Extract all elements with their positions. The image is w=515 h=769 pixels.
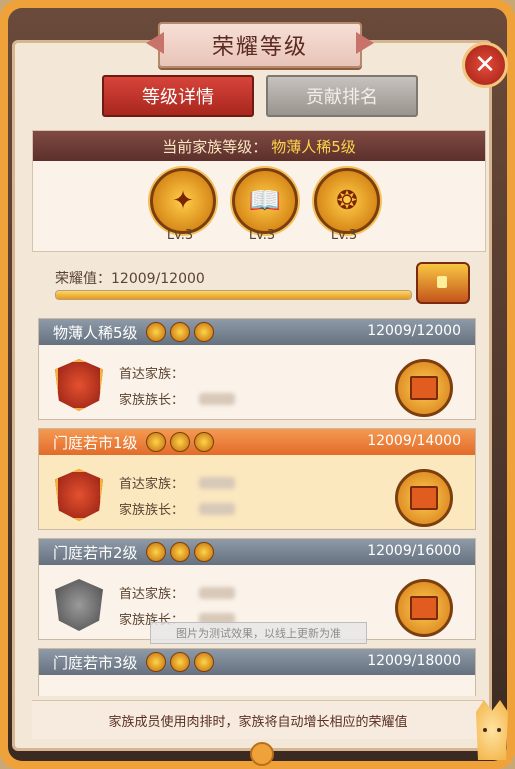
level-name: 门庭若市1级: [53, 433, 138, 452]
level-row-header: 门庭若市3级 12009/18000: [39, 649, 475, 675]
emblem-icon: [145, 542, 166, 562]
family-badge-icon: [55, 359, 103, 411]
level-row: 门庭若市1级 12009/14000 首达家族： 家族族长：: [38, 428, 476, 530]
current-level-label: 当前家族等级：: [162, 137, 268, 156]
level-icons: [145, 322, 218, 342]
level-row-header: 物薄人稀5级 12009/12000: [39, 319, 475, 345]
redacted-name: [199, 587, 235, 599]
honor-label: 荣耀值：12009/12000: [55, 271, 205, 287]
close-button[interactable]: ✕: [462, 42, 508, 88]
book-icon: [169, 542, 190, 562]
current-level-value: 物薄人稀5级: [271, 137, 356, 156]
swirl-icon: [193, 322, 214, 342]
first-family-label: 首达家族：: [119, 587, 185, 602]
skill-book-icon[interactable]: 📖: [232, 168, 298, 234]
redacted-name: [199, 503, 235, 515]
window-title: 荣耀等级: [211, 35, 308, 60]
level-row: 物薄人稀5级 12009/12000 首达家族： 家族族长：: [38, 318, 476, 420]
honor-value: 12009/12000: [111, 271, 205, 287]
level-icons: [145, 542, 218, 562]
emblem-icon: [145, 322, 166, 342]
gift-box-icon[interactable]: [395, 579, 453, 637]
level-value: 12009/12000: [367, 323, 461, 339]
honor-progress-bar: [55, 290, 412, 300]
book-icon: [169, 322, 190, 342]
treasure-chest-icon[interactable]: [416, 262, 470, 304]
bottom-knob-icon: [250, 742, 274, 766]
swirl-icon: [193, 652, 214, 672]
level-value: 12009/14000: [367, 433, 461, 449]
leader-label: 家族族长：: [119, 503, 185, 518]
book-icon: [169, 432, 190, 452]
close-icon: ✕: [474, 50, 496, 80]
title-plate: 荣耀等级: [158, 22, 362, 68]
redacted-name: [199, 393, 235, 405]
swirl-icon: [193, 542, 214, 562]
fox-eye-icon: [483, 728, 487, 732]
tab-level-detail[interactable]: 等级详情: [102, 75, 254, 117]
tab-contribution-rank[interactable]: 贡献排名: [266, 75, 418, 117]
family-badge-icon: [55, 579, 103, 631]
first-family-label: 首达家族：: [119, 367, 185, 382]
emblem-icon: [145, 652, 166, 672]
skill-swirl-icon[interactable]: ❂: [314, 168, 380, 234]
skill-level-2: Lv.3: [248, 228, 276, 243]
level-row-header: 门庭若市2级 12009/16000: [39, 539, 475, 565]
current-level-header: 当前家族等级： 物薄人稀5级: [33, 131, 485, 161]
level-row-header: 门庭若市1级 12009/14000: [39, 429, 475, 455]
family-badge-icon: [55, 469, 103, 521]
book-icon: [169, 652, 190, 672]
skill-level-1: Lv.3: [166, 228, 194, 243]
honor-progress-fill: [56, 291, 411, 299]
level-icons: [145, 432, 218, 452]
level-value: 12009/18000: [367, 653, 461, 669]
gift-box-icon[interactable]: [395, 469, 453, 527]
emblem-icon: [145, 432, 166, 452]
footer-hint: 家族成员使用肉排时，家族将自动增长相应的荣耀值: [32, 700, 484, 739]
gift-box-icon[interactable]: [395, 359, 453, 417]
level-name: 门庭若市2级: [53, 543, 138, 562]
test-watermark: 图片为测试效果，以线上更新为准: [150, 622, 367, 644]
level-name: 物薄人稀5级: [53, 323, 138, 342]
redacted-name: [199, 477, 235, 489]
swirl-icon: [193, 432, 214, 452]
skill-emblem-icon[interactable]: ✦: [150, 168, 216, 234]
level-row: 门庭若市3级 12009/18000: [38, 648, 476, 696]
skill-level-3: Lv.3: [330, 228, 358, 243]
level-icons: [145, 652, 218, 672]
first-family-label: 首达家族：: [119, 477, 185, 492]
fox-eye-icon: [497, 728, 501, 732]
level-value: 12009/16000: [367, 543, 461, 559]
level-name: 门庭若市3级: [53, 653, 138, 672]
leader-label: 家族族长：: [119, 393, 185, 408]
